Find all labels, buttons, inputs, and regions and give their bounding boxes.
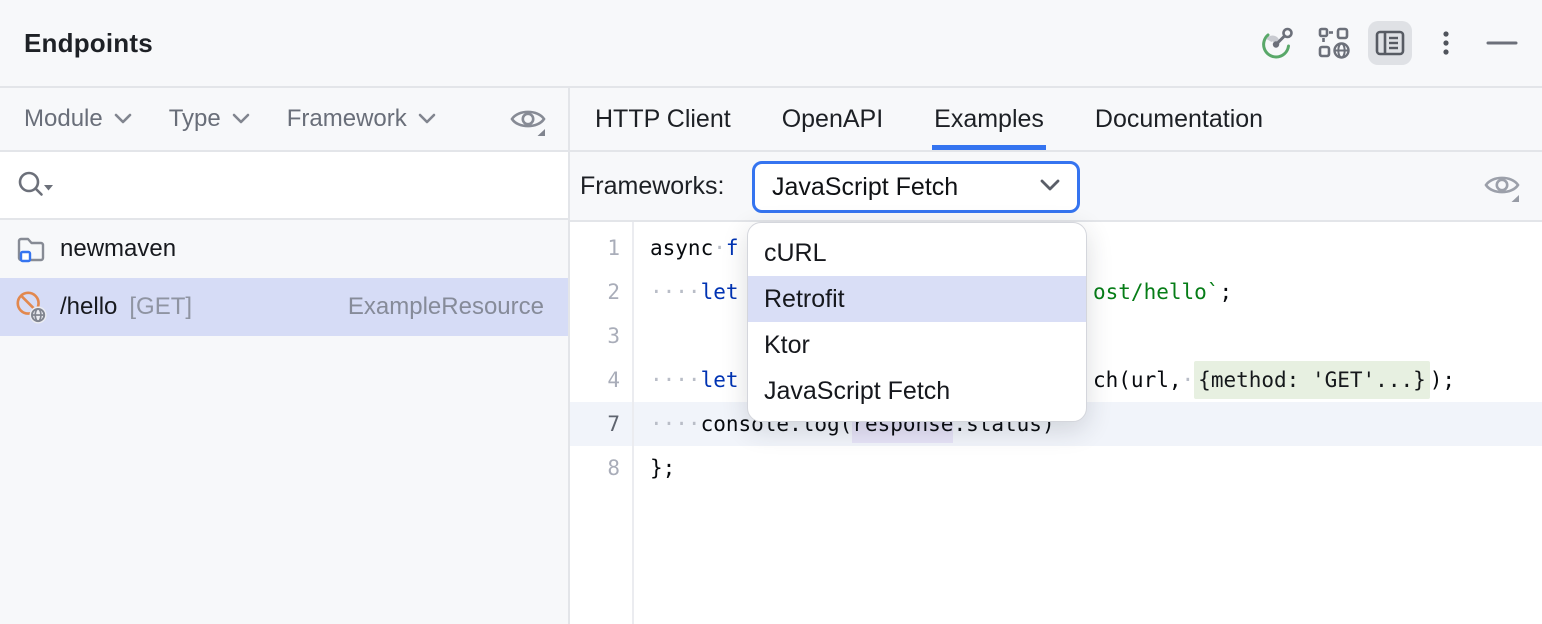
filter-bar: Module Type Framework bbox=[0, 88, 568, 152]
details-view-icon[interactable] bbox=[1368, 21, 1412, 65]
chevron-down-icon bbox=[417, 112, 437, 126]
window-header: Endpoints bbox=[0, 0, 1542, 88]
list-item[interactable]: /hello [GET] ExampleResource bbox=[0, 278, 568, 336]
tab-label: Examples bbox=[934, 105, 1044, 134]
line-number: 4 bbox=[570, 358, 620, 402]
list-item-label: /hello bbox=[60, 293, 117, 321]
frameworks-label: Frameworks: bbox=[580, 152, 724, 220]
http-method-badge: [GET] bbox=[129, 293, 192, 321]
filter-dropdown-type[interactable]: Type bbox=[169, 105, 251, 133]
code-view-options-eye-icon[interactable] bbox=[1482, 165, 1522, 205]
search-bar[interactable] bbox=[0, 152, 568, 220]
filter-dropdown-framework[interactable]: Framework bbox=[287, 105, 437, 133]
endpoint-get-icon bbox=[14, 290, 48, 324]
list-item-detail: ExampleResource bbox=[348, 293, 544, 321]
list-item-label: newmaven bbox=[60, 235, 176, 263]
line-number: 1 bbox=[570, 226, 620, 270]
tab-label: HTTP Client bbox=[595, 105, 731, 134]
code-line[interactable]: 8 }; bbox=[570, 446, 1542, 490]
dropdown-option[interactable]: Retrofit bbox=[748, 276, 1086, 322]
minimize-icon[interactable] bbox=[1480, 21, 1524, 65]
code-text: }; bbox=[650, 446, 1542, 490]
dropdown-option[interactable]: Ktor bbox=[748, 322, 1086, 368]
line-number: 8 bbox=[570, 446, 620, 490]
endpoints-list: newmaven /hello [GET] ExampleResource bbox=[0, 220, 568, 336]
filter-label: Type bbox=[169, 105, 221, 133]
endpoints-tool-window: Endpoints bbox=[0, 0, 1542, 624]
dropdown-option[interactable]: JavaScript Fetch bbox=[748, 368, 1086, 414]
filter-label: Module bbox=[24, 105, 103, 133]
tab-examples[interactable]: Examples bbox=[934, 88, 1044, 150]
line-number: 2 bbox=[570, 270, 620, 314]
filter-label: Framework bbox=[287, 105, 407, 133]
frameworks-combobox-value: JavaScript Fetch bbox=[772, 173, 958, 202]
tab-label: Documentation bbox=[1095, 105, 1263, 134]
filter-dropdown-module[interactable]: Module bbox=[24, 105, 133, 133]
frameworks-dropdown-popup: cURLRetrofitKtorJavaScript Fetch bbox=[747, 222, 1087, 422]
tab-http-client[interactable]: HTTP Client bbox=[595, 88, 731, 150]
chevron-down-icon bbox=[231, 112, 251, 126]
header-toolbar bbox=[1256, 0, 1524, 86]
chevron-down-icon bbox=[1039, 178, 1061, 194]
view-options-eye-icon[interactable] bbox=[508, 99, 548, 139]
gutter-divider bbox=[632, 222, 634, 624]
more-options-icon[interactable] bbox=[1424, 21, 1468, 65]
line-number: 3 bbox=[570, 314, 620, 358]
details-tab-bar: HTTP Client OpenAPI Examples Documentati… bbox=[570, 88, 1542, 152]
endpoints-sidebar: Module Type Framework bbox=[0, 88, 568, 624]
search-icon bbox=[14, 165, 56, 205]
module-icon bbox=[14, 232, 48, 266]
dropdown-option[interactable]: cURL bbox=[748, 230, 1086, 276]
list-item[interactable]: newmaven bbox=[0, 220, 568, 278]
chevron-down-icon bbox=[113, 112, 133, 126]
line-number: 7 bbox=[570, 402, 620, 446]
frameworks-combobox[interactable]: JavaScript Fetch bbox=[752, 161, 1080, 213]
tab-documentation[interactable]: Documentation bbox=[1095, 88, 1263, 150]
tab-label: OpenAPI bbox=[782, 105, 883, 134]
window-title: Endpoints bbox=[24, 28, 153, 59]
frameworks-bar: Frameworks: JavaScript Fetch bbox=[570, 152, 1542, 222]
tab-openapi[interactable]: OpenAPI bbox=[782, 88, 883, 150]
api-structure-icon[interactable] bbox=[1312, 21, 1356, 65]
endpoints-monitor-icon[interactable] bbox=[1256, 21, 1300, 65]
